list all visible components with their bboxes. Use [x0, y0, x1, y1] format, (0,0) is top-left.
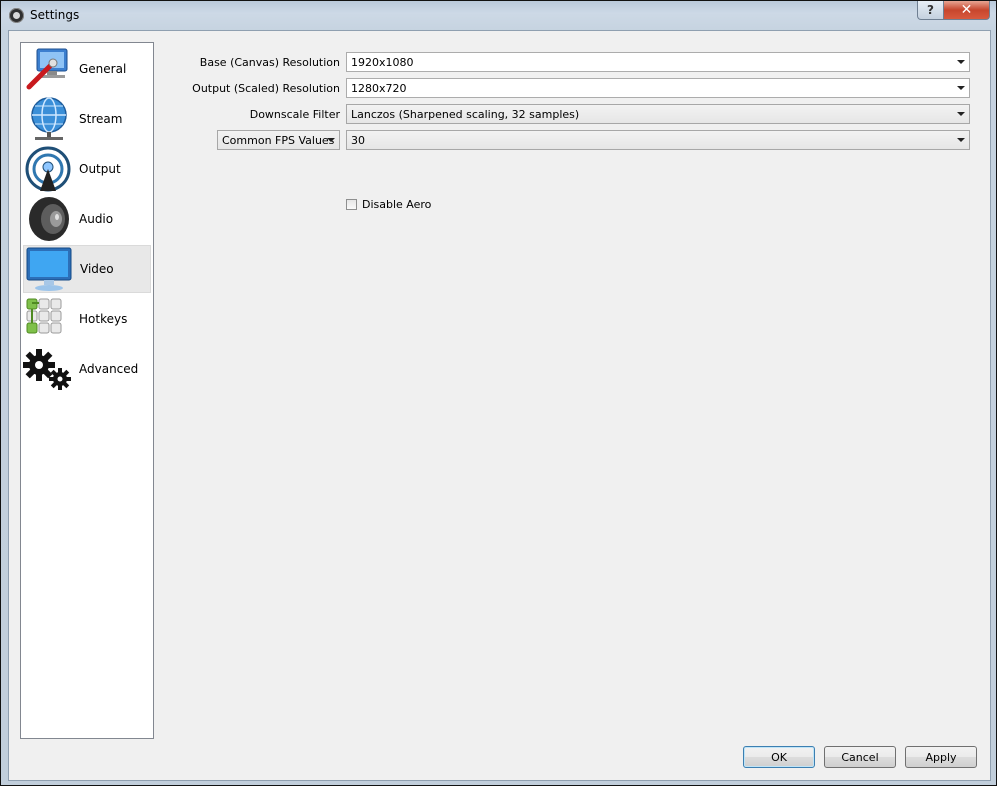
- monitor-icon: [24, 245, 74, 293]
- close-button[interactable]: ✕: [944, 1, 990, 20]
- sidebar-item-label: Output: [79, 162, 121, 176]
- apply-button[interactable]: Apply: [905, 746, 977, 768]
- sidebar-item-video[interactable]: Video: [23, 245, 151, 293]
- sidebar-item-advanced[interactable]: Advanced: [23, 345, 151, 393]
- settings-window: Settings ? ✕ General Stream Output Audio…: [0, 0, 997, 786]
- cancel-button[interactable]: Cancel: [824, 746, 896, 768]
- disable-aero-checkbox[interactable]: [346, 199, 357, 210]
- settings-content: General Stream Output Audio Video Hotkey…: [8, 30, 991, 781]
- base-resolution-label: Base (Canvas) Resolution: [199, 56, 340, 69]
- disable-aero-label: Disable Aero: [362, 198, 432, 211]
- general-icon: [23, 45, 73, 93]
- output-resolution-combo[interactable]: 1280x720: [346, 78, 970, 98]
- title-bar[interactable]: Settings ? ✕: [1, 1, 996, 31]
- ok-button[interactable]: OK: [743, 746, 815, 768]
- caption-buttons: ? ✕: [917, 1, 990, 21]
- chevron-down-icon: [957, 112, 965, 116]
- sidebar-item-hotkeys[interactable]: Hotkeys: [23, 295, 151, 343]
- base-resolution-value: 1920x1080: [351, 55, 414, 69]
- chevron-down-icon: [327, 138, 335, 142]
- sidebar-item-audio[interactable]: Audio: [23, 195, 151, 243]
- gears-icon: [23, 345, 73, 393]
- fps-type-combo[interactable]: Common FPS Values: [217, 130, 340, 150]
- sidebar-item-label: Hotkeys: [79, 312, 128, 326]
- obs-logo-icon: [9, 8, 24, 23]
- disable-aero-option[interactable]: Disable Aero: [346, 198, 431, 211]
- stream-globe-icon: [23, 95, 73, 143]
- chevron-down-icon: [957, 60, 965, 64]
- base-resolution-combo[interactable]: 1920x1080: [346, 52, 970, 72]
- sidebar-item-general[interactable]: General: [23, 45, 151, 93]
- downscale-filter-label: Downscale Filter: [249, 108, 340, 121]
- sidebar-item-label: Video: [80, 262, 114, 276]
- chevron-down-icon: [957, 86, 965, 90]
- output-broadcast-icon: [23, 145, 73, 193]
- fps-value: 30: [351, 133, 365, 147]
- fps-value-combo[interactable]: 30: [346, 130, 970, 150]
- window-title: Settings: [30, 8, 80, 22]
- sidebar-item-label: Audio: [79, 212, 114, 226]
- keyboard-icon: [23, 295, 73, 343]
- output-resolution-label: Output (Scaled) Resolution: [192, 82, 340, 95]
- sidebar-item-output[interactable]: Output: [23, 145, 151, 193]
- downscale-filter-value: Lanczos (Sharpened scaling, 32 samples): [351, 107, 580, 121]
- output-resolution-value: 1280x720: [351, 81, 407, 95]
- settings-sidebar: General Stream Output Audio Video Hotkey…: [20, 42, 154, 739]
- sidebar-item-label: Stream: [79, 112, 123, 126]
- fps-type-value: Common FPS Values: [222, 133, 335, 147]
- sidebar-item-stream[interactable]: Stream: [23, 95, 151, 143]
- speaker-icon: [23, 195, 73, 243]
- help-button[interactable]: ?: [917, 1, 944, 20]
- sidebar-item-label: General: [79, 62, 127, 76]
- downscale-filter-combo[interactable]: Lanczos (Sharpened scaling, 32 samples): [346, 104, 970, 124]
- sidebar-item-label: Advanced: [79, 362, 139, 376]
- chevron-down-icon: [957, 138, 965, 142]
